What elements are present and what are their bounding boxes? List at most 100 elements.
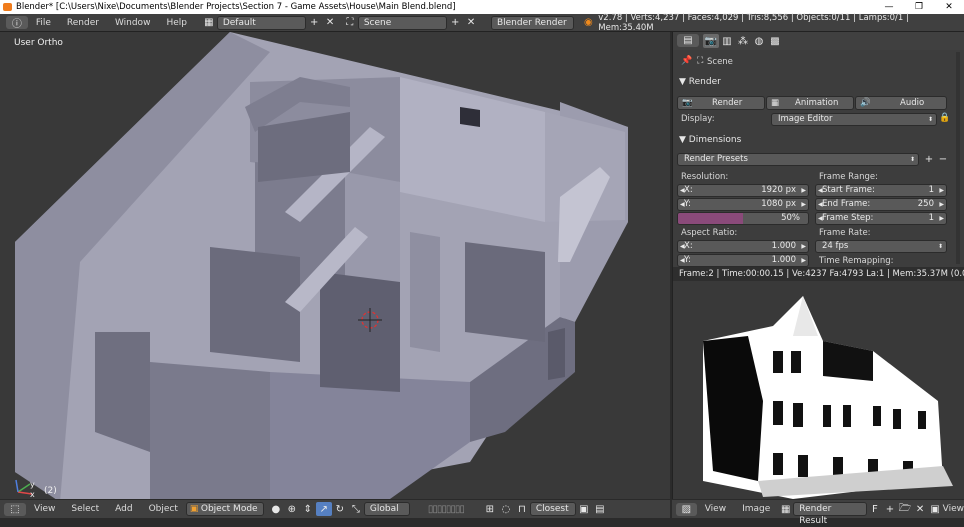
render-status-bar: Frame:2 | Time:00:00.15 | Ve:4237 Fa:479… <box>673 267 964 281</box>
remove-scene-button[interactable]: ✕ <box>463 16 479 30</box>
render-presets-select[interactable]: Render Presets ⬍ <box>677 153 919 166</box>
editor-type-3d-icon[interactable]: ⬚ <box>4 502 26 516</box>
axis-y-label: y <box>30 480 35 489</box>
scene-icon[interactable]: ⛶ <box>342 16 358 30</box>
translate-icon[interactable]: ↗ <box>315 502 332 516</box>
increment-arrow-icon: ▶ <box>801 257 806 264</box>
aspect-y-field[interactable]: ◀ Y: 1.000 ▶ <box>677 254 809 267</box>
aspect-x-field[interactable]: ◀ X: 1.000 ▶ <box>677 240 809 253</box>
dimensions-panel-title: Dimensions <box>688 135 742 145</box>
menu-render[interactable]: Render <box>59 14 107 32</box>
shading-icon[interactable]: ● <box>268 502 284 516</box>
mode-select[interactable]: ▣ Object Mode <box>185 502 264 516</box>
menu-file[interactable]: File <box>28 14 59 32</box>
frame-step-field[interactable]: ◀ Frame Step: 1 ▶ <box>815 212 947 225</box>
menu-object[interactable]: Object <box>141 500 186 518</box>
pivot-icon[interactable]: ⊕ <box>284 502 300 516</box>
speaker-icon: 🔊 <box>860 98 871 108</box>
image-editor[interactable]: Frame:2 | Time:00:00.15 | Ve:4237 Fa:479… <box>672 267 964 499</box>
resolution-x-field[interactable]: ◀ X: 1920 px ▶ <box>677 184 809 197</box>
dimensions-panel-toggle[interactable]: ▼ Dimensions <box>679 135 741 145</box>
time-remapping-label: Time Remapping: <box>819 256 894 266</box>
render-button[interactable]: 📷 Render <box>677 96 765 110</box>
view-mode-label[interactable]: View <box>943 504 964 514</box>
menu-view[interactable]: View <box>26 500 63 518</box>
object-tab-icon[interactable]: ▩ <box>767 34 783 48</box>
snap-target-select[interactable]: Closest <box>529 502 576 516</box>
resolution-label: Resolution: <box>681 172 729 182</box>
world-tab-icon[interactable]: ◍ <box>751 34 767 48</box>
display-label: Display: <box>681 114 715 124</box>
unlink-image-button[interactable]: ✕ <box>913 502 928 516</box>
menu-help[interactable]: Help <box>158 14 195 32</box>
view-mode-icon[interactable]: ▣ <box>928 502 943 516</box>
camera-icon: 📷 <box>682 98 693 108</box>
animation-button[interactable]: ▦ Animation <box>766 96 854 110</box>
lock-display-icon[interactable]: 🔒 <box>939 113 950 123</box>
render-panel-toggle[interactable]: ▼ Render <box>679 77 721 87</box>
editor-type-properties-icon[interactable]: ▤ <box>677 34 699 47</box>
lock-icon[interactable]: ⊞ <box>482 502 498 516</box>
menu-select[interactable]: Select <box>63 500 107 518</box>
properties-scrollbar[interactable] <box>956 52 960 264</box>
display-select[interactable]: Image Editor ⬍ <box>771 113 937 126</box>
scene-field[interactable]: Scene <box>357 15 448 30</box>
render-engine-select[interactable]: Blender Render <box>490 15 575 30</box>
scene-crumb-icon: ⛶ <box>697 56 704 66</box>
render-tab-icon[interactable]: 📷 <box>703 34 719 48</box>
start-frame-label: Start Frame: <box>822 185 875 195</box>
breadcrumb-scene: Scene <box>707 57 733 67</box>
resolution-y-field[interactable]: ◀ Y: 1080 px ▶ <box>677 198 809 211</box>
pin-icon[interactable]: 📌 <box>681 56 692 66</box>
manipulator-icon[interactable]: ⇕ <box>300 502 316 516</box>
layers-grid-icon[interactable]: ▯▯▯▯▯▯▯▯ <box>410 502 482 516</box>
orientation-select[interactable]: Global <box>363 502 410 516</box>
menu-add[interactable]: Add <box>107 500 140 518</box>
increment-arrow-icon: ▶ <box>939 187 944 194</box>
screen-layout-field[interactable]: Default <box>216 15 307 30</box>
end-frame-field[interactable]: ◀ End Frame: 250 ▶ <box>815 198 947 211</box>
start-frame-field[interactable]: ◀ Start Frame: 1 ▶ <box>815 184 947 197</box>
audio-button[interactable]: 🔊 Audio <box>855 96 947 110</box>
viewport-header: ⬚ View Select Add Object ▣ Object Mode ● … <box>0 499 670 518</box>
select-arrows-icon: ⬍ <box>937 243 943 250</box>
new-image-button[interactable]: + <box>882 502 897 516</box>
image-name-field[interactable]: Render Result <box>793 502 868 526</box>
remove-preset-button[interactable]: − <box>935 152 951 166</box>
axis-x-label: x <box>30 490 35 499</box>
layers-tab-icon[interactable]: ▥ <box>719 34 735 48</box>
decrement-arrow-icon: ◀ <box>680 201 685 208</box>
screen-layout-icon[interactable]: ▦ <box>201 16 217 30</box>
resolution-percentage-value: 50% <box>781 213 800 223</box>
menu-window[interactable]: Window <box>107 14 159 32</box>
increment-arrow-icon: ▶ <box>939 201 944 208</box>
render-button-label: Render <box>712 98 743 108</box>
proportional-icon[interactable]: ◌ <box>498 502 514 516</box>
3d-viewport[interactable]: User Ortho y x (2) <box>0 32 670 499</box>
image-menu-image[interactable]: Image <box>734 500 778 518</box>
frame-rate-label: Frame Rate: <box>819 228 871 238</box>
image-menu-view[interactable]: View <box>697 500 734 518</box>
frame-step-label: Frame Step: <box>822 213 874 223</box>
house-model <box>15 32 628 499</box>
mode-icon: ▣ <box>189 504 199 514</box>
snap-icon[interactable]: ⊓ <box>514 502 530 516</box>
add-layout-button[interactable]: + <box>306 16 322 30</box>
image-browse-icon[interactable]: ▦ <box>778 502 793 516</box>
scale-icon[interactable]: ⤡ <box>348 502 364 516</box>
aspect-y-label: Y: <box>684 255 691 265</box>
render-anim-icon[interactable]: ▤ <box>592 502 608 516</box>
remove-layout-button[interactable]: ✕ <box>322 16 338 30</box>
open-image-icon[interactable]: 🗁 <box>897 502 912 516</box>
rotate-icon[interactable]: ↻ <box>332 502 348 516</box>
scene-tab-icon[interactable]: ⁂ <box>735 34 751 48</box>
add-scene-button[interactable]: + <box>447 16 463 30</box>
frame-rate-select[interactable]: 24 fps ⬍ <box>815 240 947 253</box>
fake-user-button[interactable]: F <box>867 502 882 516</box>
render-still-icon[interactable]: ▣ <box>576 502 592 516</box>
aspect-x-label: X: <box>684 241 693 251</box>
editor-type-image-icon[interactable]: ▨ <box>676 502 697 516</box>
editor-type-info-icon[interactable]: ⓘ <box>6 16 28 30</box>
film-icon: ▦ <box>771 98 780 108</box>
resolution-percentage-slider[interactable]: 50% <box>677 212 809 225</box>
